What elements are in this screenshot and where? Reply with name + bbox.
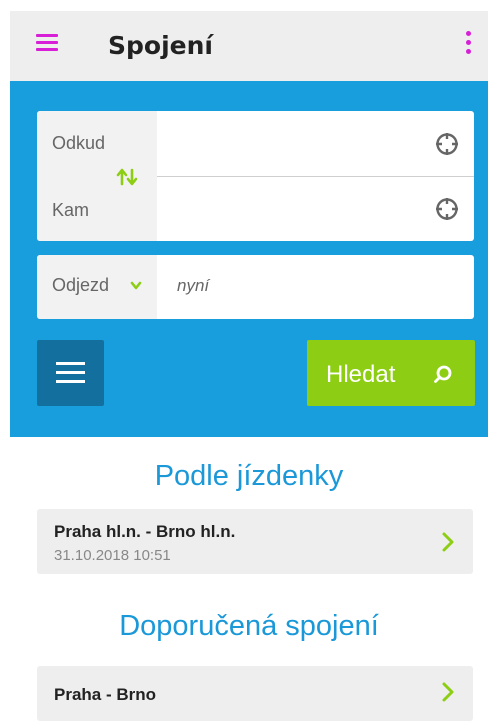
- swap-icon[interactable]: [116, 168, 138, 186]
- route-text: Praha - Brno: [54, 685, 157, 704]
- to-label[interactable]: Kam: [52, 200, 89, 221]
- datetime-text: 31.10.2018 10:51: [54, 547, 171, 564]
- time-mode-label[interactable]: Odjezd: [52, 275, 109, 296]
- route-card: Odkud Kam: [37, 111, 474, 241]
- search-button-label: Hledat: [326, 361, 396, 388]
- search-panel: Odkud Kam Odjezd nyní Hledat: [10, 81, 488, 437]
- search-button[interactable]: Hledat: [307, 340, 475, 406]
- locate-icon[interactable]: [435, 197, 459, 221]
- options-menu-button[interactable]: [37, 340, 104, 406]
- more-vert-icon[interactable]: [466, 31, 472, 55]
- locate-icon[interactable]: [435, 132, 459, 156]
- hamburger-icon[interactable]: [36, 34, 58, 52]
- route-divider: [157, 176, 474, 177]
- chevron-right-icon: [442, 532, 454, 552]
- time-field[interactable]: nyní: [177, 276, 209, 296]
- time-card: Odjezd nyní: [37, 255, 474, 319]
- menu-icon: [56, 362, 85, 365]
- list-item[interactable]: Praha - Brno: [37, 666, 473, 721]
- chevron-down-icon[interactable]: [130, 281, 142, 291]
- route-labels: [37, 111, 157, 241]
- list-item[interactable]: Praha hl.n. - Brno hl.n. 31.10.2018 10:5…: [37, 509, 473, 574]
- search-icon: [434, 365, 452, 383]
- from-label[interactable]: Odkud: [52, 133, 105, 154]
- page-title: Spojení: [108, 31, 213, 60]
- app-bar: Spojení: [10, 11, 488, 81]
- recommended-section-title: Doporučená spojení: [119, 610, 379, 642]
- route-text: Praha hl.n. - Brno hl.n.: [54, 522, 236, 541]
- ticket-section-title: Podle jízdenky: [154, 460, 344, 492]
- chevron-right-icon: [442, 682, 454, 702]
